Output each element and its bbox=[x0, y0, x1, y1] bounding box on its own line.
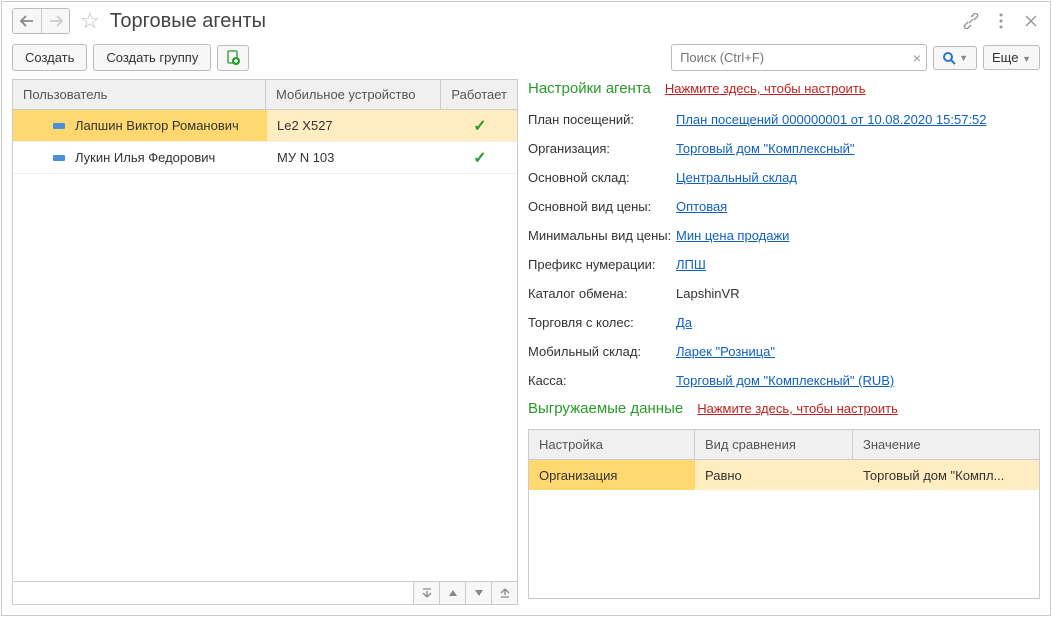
caret-down-icon: ▼ bbox=[1022, 54, 1031, 64]
user-name: Лукин Илья Федорович bbox=[75, 150, 215, 165]
property-row: Мобильный склад:Ларек "Розница" bbox=[528, 337, 1040, 366]
table-nav-bottom[interactable] bbox=[491, 582, 517, 604]
column-header-device[interactable]: Мобильное устройство bbox=[266, 80, 441, 109]
export-table: Настройка Вид сравнения Значение Организ… bbox=[528, 429, 1040, 599]
search-box: × bbox=[671, 44, 927, 71]
property-value[interactable]: Торговый дом "Комплексный" (RUB) bbox=[676, 373, 894, 388]
property-row: Префикс нумерации:ЛПШ bbox=[528, 250, 1040, 279]
property-label: Торговля с колес: bbox=[528, 315, 676, 330]
export-value: Торговый дом "Компл... bbox=[853, 460, 1039, 490]
column-header-works[interactable]: Работает bbox=[441, 80, 517, 109]
close-icon[interactable] bbox=[1022, 12, 1040, 30]
bar-up-icon bbox=[422, 588, 432, 598]
triangle-down-icon bbox=[475, 590, 483, 596]
property-value[interactable]: Мин цена продажи bbox=[676, 228, 789, 243]
export-row[interactable]: ОрганизацияРавноТорговый дом "Компл... bbox=[529, 460, 1039, 490]
arrow-left-icon bbox=[20, 15, 34, 27]
property-label: Префикс нумерации: bbox=[528, 257, 676, 272]
back-button[interactable] bbox=[13, 9, 41, 33]
table-row[interactable]: Лапшин Виктор Романович Le2 X527 ✓ bbox=[13, 110, 517, 142]
item-icon bbox=[53, 123, 65, 129]
property-label: Мобильный склад: bbox=[528, 344, 676, 359]
property-label: Основной вид цены: bbox=[528, 199, 676, 214]
property-value[interactable]: Оптовая bbox=[676, 199, 727, 214]
document-plus-button[interactable] bbox=[217, 45, 249, 71]
export-data-title: Выгружаемые данные bbox=[528, 400, 683, 417]
export-compare: Равно bbox=[695, 460, 853, 490]
create-button[interactable]: Создать bbox=[12, 44, 87, 71]
property-value[interactable]: Да bbox=[676, 315, 692, 330]
property-value[interactable]: План посещений 000000001 от 10.08.2020 1… bbox=[676, 112, 987, 127]
property-row: Торговля с колес:Да bbox=[528, 308, 1040, 337]
property-row: Организация:Торговый дом "Комплексный" bbox=[528, 134, 1040, 163]
agent-settings-configure-link[interactable]: Нажмите здесь, чтобы настроить bbox=[665, 81, 866, 96]
more-button[interactable]: Еще ▼ bbox=[983, 45, 1040, 70]
property-label: Организация: bbox=[528, 141, 676, 156]
export-setting: Организация bbox=[529, 460, 695, 490]
document-plus-icon bbox=[225, 50, 241, 66]
property-label: Каталог обмена: bbox=[528, 286, 676, 301]
page-title: Торговые агенты bbox=[110, 10, 956, 33]
arrow-right-icon bbox=[49, 15, 63, 27]
item-icon bbox=[53, 155, 65, 161]
property-label: Основной склад: bbox=[528, 170, 676, 185]
agent-settings-title: Настройки агента bbox=[528, 80, 651, 97]
property-value[interactable]: Центральный склад bbox=[676, 170, 797, 185]
table-nav-top[interactable] bbox=[413, 582, 439, 604]
property-value[interactable]: Торговый дом "Комплексный" bbox=[676, 141, 855, 156]
favorite-star-icon[interactable]: ☆ bbox=[76, 8, 104, 34]
search-clear-icon[interactable]: × bbox=[913, 50, 921, 66]
property-label: Касса: bbox=[528, 373, 676, 388]
property-row: Основной вид цены:Оптовая bbox=[528, 192, 1040, 221]
property-label: Минимальны вид цены: bbox=[528, 228, 676, 243]
property-row: Каталог обмена:LapshinVR bbox=[528, 279, 1040, 308]
property-row: Основной склад:Центральный склад bbox=[528, 163, 1040, 192]
bar-down-icon bbox=[500, 588, 510, 598]
export-column-setting[interactable]: Настройка bbox=[529, 430, 695, 459]
property-row: Касса:Торговый дом "Комплексный" (RUB) bbox=[528, 366, 1040, 395]
export-column-value[interactable]: Значение bbox=[853, 430, 1039, 459]
table-nav-down[interactable] bbox=[465, 582, 491, 604]
link-icon[interactable] bbox=[962, 12, 980, 30]
property-value[interactable]: ЛПШ bbox=[676, 257, 706, 272]
search-icon bbox=[942, 51, 956, 65]
table-row[interactable]: Лукин Илья Федорович МУ N 103 ✓ bbox=[13, 142, 517, 174]
triangle-up-icon bbox=[449, 590, 457, 596]
forward-button[interactable] bbox=[41, 9, 69, 33]
device-name: МУ N 103 bbox=[267, 150, 443, 165]
export-data-configure-link[interactable]: Нажмите здесь, чтобы настроить bbox=[697, 401, 898, 416]
device-name: Le2 X527 bbox=[267, 118, 443, 133]
property-value: LapshinVR bbox=[676, 286, 740, 301]
search-dropdown-button[interactable]: ▼ bbox=[933, 46, 977, 70]
check-icon: ✓ bbox=[473, 118, 486, 135]
export-column-compare[interactable]: Вид сравнения bbox=[695, 430, 853, 459]
property-value[interactable]: Ларек "Розница" bbox=[676, 344, 775, 359]
property-row: План посещений:План посещений 000000001 … bbox=[528, 105, 1040, 134]
check-icon: ✓ bbox=[473, 150, 486, 167]
create-group-button[interactable]: Создать группу bbox=[93, 44, 211, 71]
user-name: Лапшин Виктор Романович bbox=[75, 118, 239, 133]
search-input[interactable] bbox=[671, 44, 927, 71]
caret-down-icon: ▼ bbox=[959, 53, 968, 63]
kebab-menu-icon[interactable] bbox=[992, 12, 1010, 30]
nav-buttons bbox=[12, 8, 70, 34]
agents-table: Пользователь Мобильное устройство Работа… bbox=[12, 79, 518, 605]
column-header-user[interactable]: Пользователь bbox=[13, 80, 266, 109]
property-label: План посещений: bbox=[528, 112, 676, 127]
property-row: Минимальны вид цены:Мин цена продажи bbox=[528, 221, 1040, 250]
table-nav-up[interactable] bbox=[439, 582, 465, 604]
